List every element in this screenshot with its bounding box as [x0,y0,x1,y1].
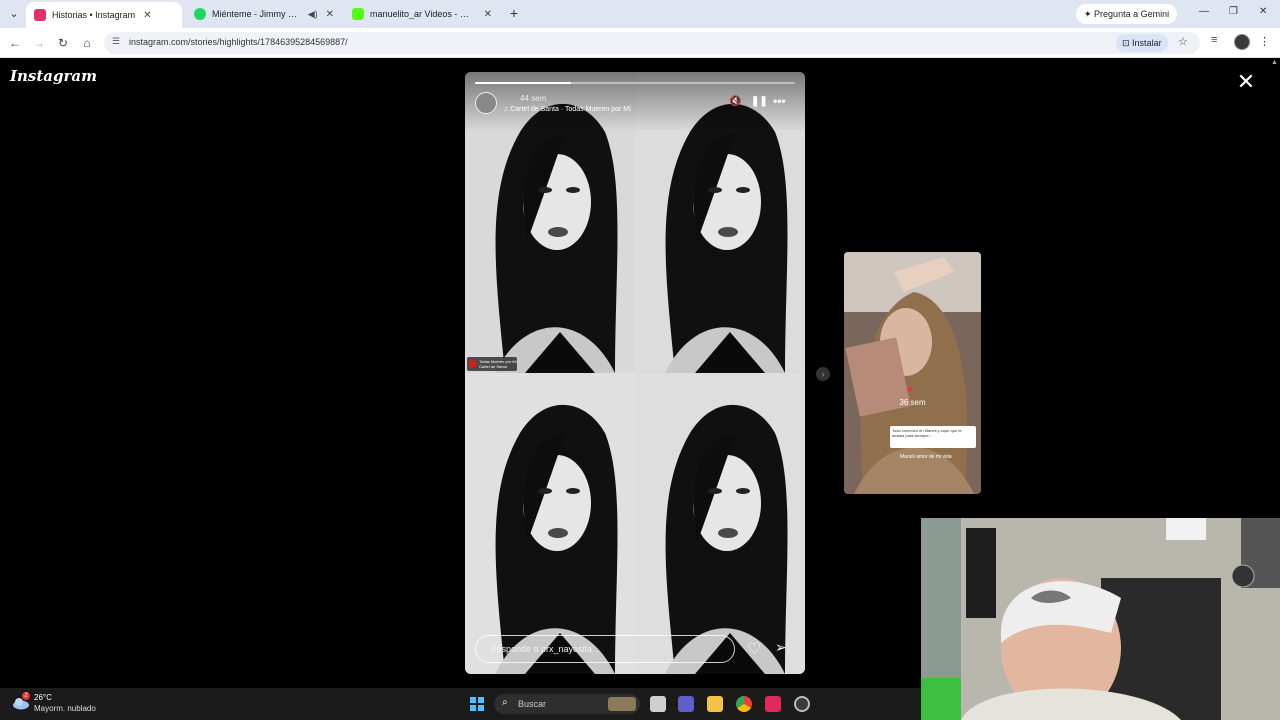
close-tab-icon[interactable]: ✕ [484,9,492,20]
preview-note: Todo comenzó en Maneli y supe que te ama… [890,426,976,448]
next-story-preview[interactable]: ♥ 36 sem Todo comenzó en Maneli y supe q… [844,252,981,494]
new-tab-icon[interactable]: + [506,5,522,21]
music-sticker[interactable]: Todas Mueren por Mí Cartel de Santa [467,357,517,371]
speaker-icon[interactable]: ◀) [308,9,318,20]
search-highlight-image [608,697,636,711]
preview-time: 36 sem [899,398,926,407]
webcam-overlay [921,518,1280,720]
close-tab-icon[interactable]: ✕ [143,10,151,21]
instagram-favicon-icon [34,9,46,21]
story-photo [635,373,805,674]
browser-tab-strip: ⌄ Historias • Instagram ✕ Miénteme - Jim… [0,0,1280,28]
story-progress-fill [475,82,571,84]
bookmark-star-icon[interactable]: ☆ [1178,35,1188,48]
home-icon[interactable]: ⌂ [79,35,95,51]
windows-start-icon[interactable] [470,697,484,711]
spotify-favicon-icon [194,8,206,20]
app-icon[interactable] [794,696,810,712]
site-info-icon[interactable]: ☰ [112,36,120,47]
send-icon[interactable]: ➢ [775,639,787,656]
reply-input[interactable]: Responde a prx_nayesita... [475,635,735,663]
notification-badge: 2 [22,692,30,700]
minimize-icon[interactable]: — [1199,6,1209,17]
windows-taskbar: 2 26°C Mayorm. nublado ⌕ Buscar [0,688,921,720]
story-music-label[interactable]: ♫ Cartel de Santa · Todas Mueren por Mí [503,106,631,113]
tab-spotify[interactable]: Miénteme - Jimmy Guzman ◀) ✕ [186,3,342,25]
story-progress-bar [475,82,795,84]
scrollbar-up-icon[interactable]: ▲ [1271,59,1278,66]
story-author-avatar[interactable] [475,92,497,114]
tab-search-icon[interactable]: ⌄ [6,6,22,22]
story-photo [465,373,635,674]
music-sticker-icon [469,360,476,367]
story-header: 44 sem ♫ Cartel de Santa · Todas Mueren … [465,72,805,132]
tab-kick[interactable]: manuelito_ar Videos - Watch O ✕ [344,3,500,25]
close-tab-icon[interactable]: ✕ [326,9,334,20]
browser-menu-icon[interactable]: ⋮ [1259,35,1270,48]
tab-instagram[interactable]: Historias • Instagram ✕ [26,2,182,28]
gemini-button[interactable]: ✦ Pregunta a Gemini [1076,4,1178,24]
address-toolbar: ← → ↻ ⌂ ☰ instagram.com/stories/highligh… [0,28,1280,58]
tiktok-icon[interactable] [765,696,781,712]
file-explorer-icon[interactable] [707,696,723,712]
search-icon: ⌕ [502,697,508,708]
heart-icon: ♥ [907,385,913,396]
story-time: 44 sem [520,94,547,103]
weather-temperature[interactable]: 26°C [34,693,52,702]
next-story-chevron-icon[interactable]: › [816,367,830,381]
forward-icon[interactable]: → [31,35,47,51]
teams-icon[interactable] [678,696,694,712]
back-icon[interactable]: ← [7,35,23,51]
reload-icon[interactable]: ↻ [55,35,71,51]
profile-avatar[interactable] [1234,34,1250,50]
media-control-icon[interactable]: ≡ [1211,34,1217,46]
kick-favicon-icon [352,8,364,20]
story-card[interactable]: 44 sem ♫ Cartel de Santa · Todas Mueren … [465,72,805,674]
close-story-icon[interactable]: ✕ [1236,71,1256,93]
instagram-logo[interactable]: Instagram [10,67,97,85]
weather-description[interactable]: Mayorm. nublado [34,704,96,713]
taskbar-search[interactable]: ⌕ Buscar [494,694,640,714]
task-view-icon[interactable] [650,696,666,712]
chrome-icon[interactable] [736,696,752,712]
install-app-button[interactable]: ⊡ Instalar [1116,34,1168,52]
address-bar[interactable]: ☰ instagram.com/stories/highlights/17846… [104,32,1200,54]
window-close-icon[interactable]: ✕ [1259,6,1267,17]
preview-caption: Maneli amor de mi vida [900,454,952,460]
heart-icon[interactable]: ♡ [747,639,761,659]
maximize-icon[interactable]: ❐ [1229,6,1238,17]
pause-icon[interactable]: ❚❚ [751,96,768,107]
mute-icon[interactable]: 🔇 [729,96,741,107]
more-options-icon[interactable]: ••• [773,94,786,108]
